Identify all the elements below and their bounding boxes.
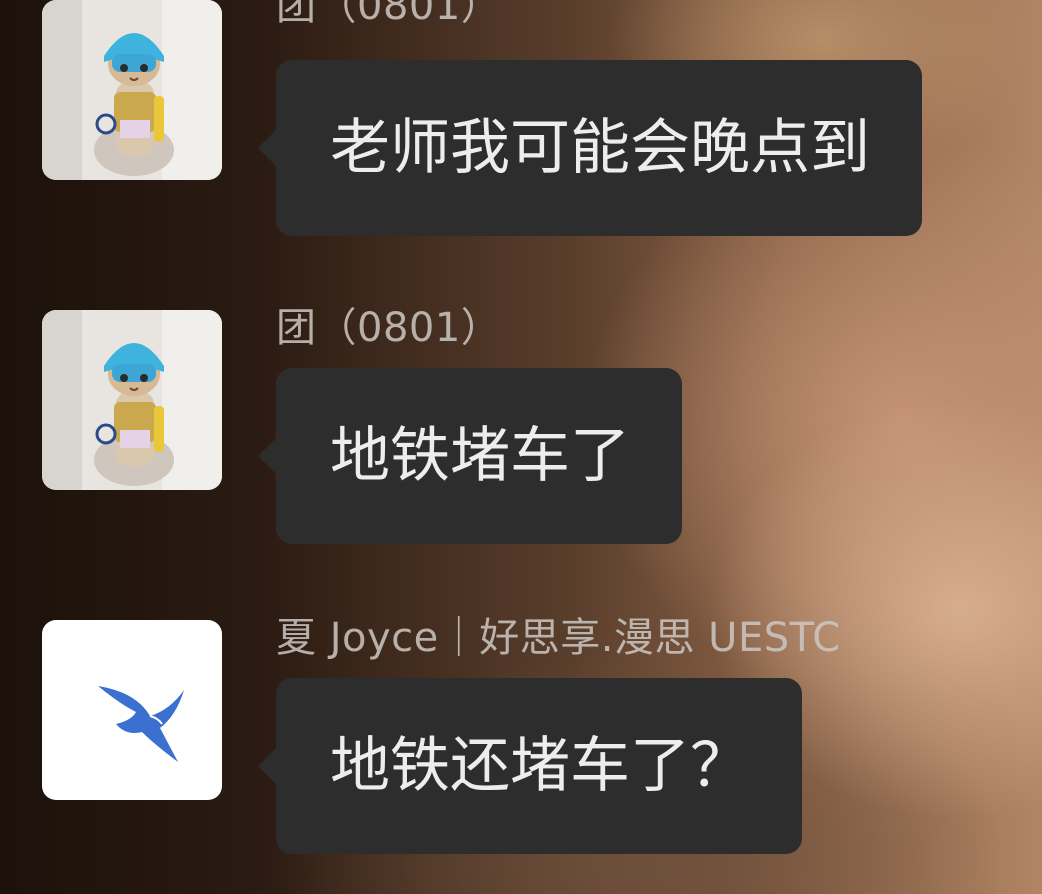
- message-bubble[interactable]: 老师我可能会晚点到: [258, 60, 922, 236]
- cat-helmet-avatar[interactable]: [42, 0, 222, 180]
- message-row: 团（0801） 地铁堵车了: [0, 300, 1042, 550]
- message-bubble[interactable]: 地铁堵车了: [258, 368, 682, 544]
- sender-name: 夏 Joyce｜好思享.漫思 UESTC: [276, 615, 841, 661]
- sender-name: 团（0801）: [276, 305, 502, 351]
- message-row: 夏 Joyce｜好思享.漫思 UESTC 地铁还堵车了？: [0, 610, 1042, 860]
- bird-logo-avatar[interactable]: [42, 620, 222, 800]
- sender-name: 团（0801）: [276, 0, 502, 29]
- message-row: 团（0801） 老师我可能会晚点到: [0, 0, 1042, 240]
- cat-helmet-avatar[interactable]: [42, 310, 222, 490]
- message-bubble[interactable]: 地铁还堵车了？: [258, 678, 802, 854]
- chat-window: 团（0801） 老师我可能会晚点到 团（0801） 地铁堵车了 夏 Joyce｜…: [0, 0, 1042, 894]
